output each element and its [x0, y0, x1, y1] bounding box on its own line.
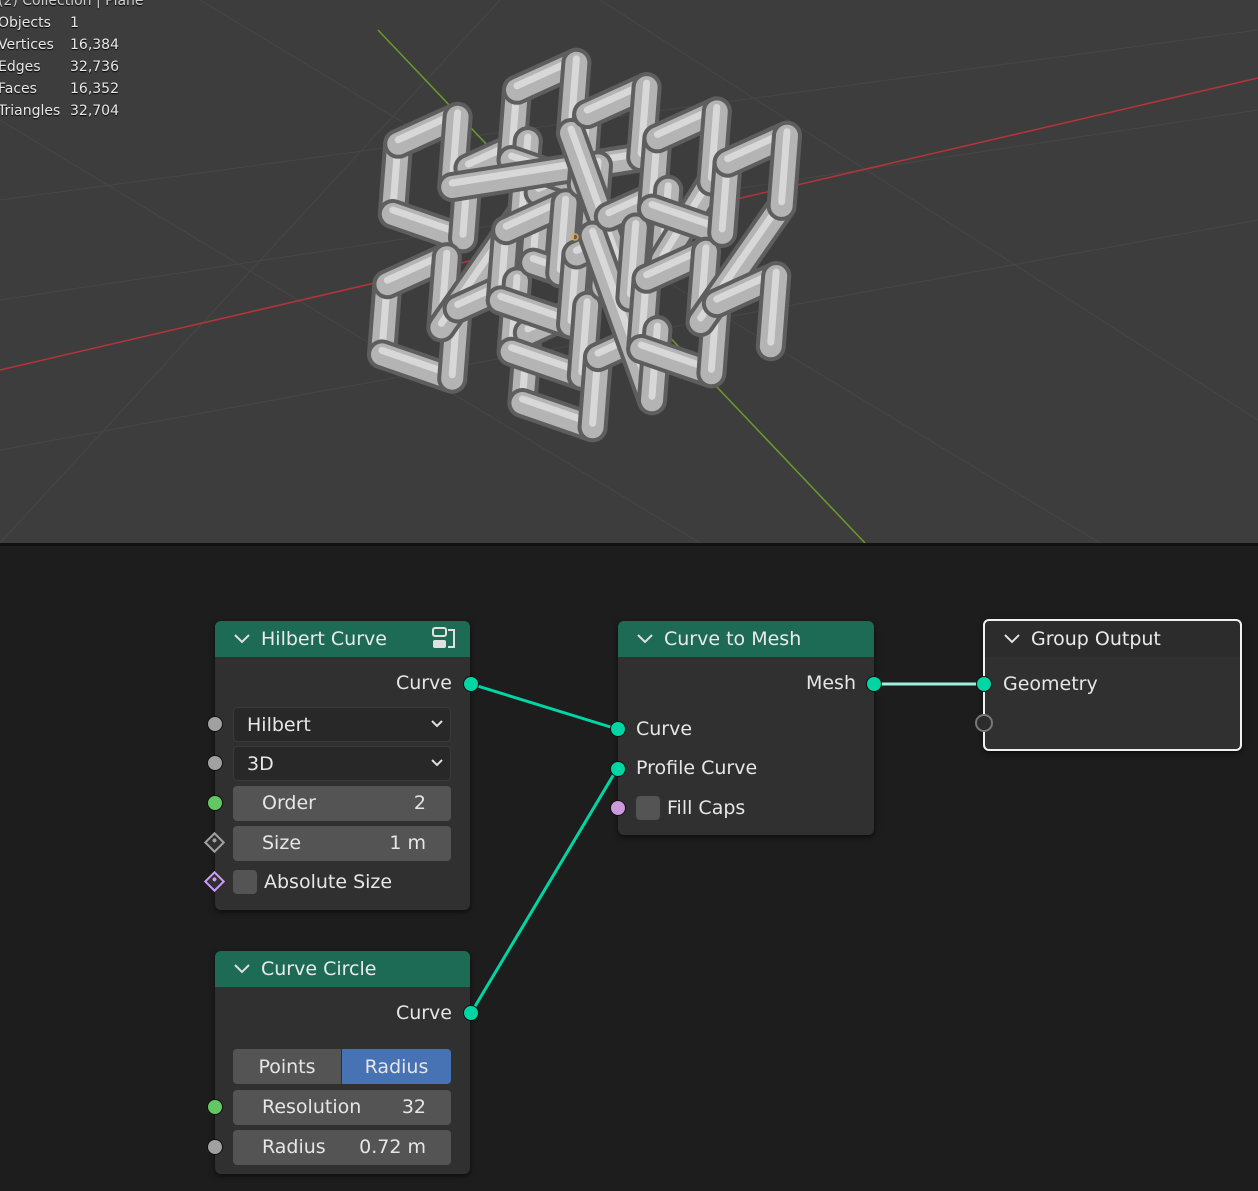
radius-input-socket[interactable] [207, 1139, 223, 1155]
chevron-down-icon [431, 720, 443, 728]
geometry-input-socket[interactable] [976, 676, 992, 692]
absolute-size-checkbox[interactable] [233, 870, 257, 894]
stats-row-triangles: Triangles 32,704 [0, 100, 144, 122]
field-label: Resolution [262, 1096, 362, 1118]
dimension-input-socket[interactable] [207, 755, 223, 771]
link-circle-to-profile [469, 768, 619, 1014]
radius-field[interactable]: Radius 0.72 m [233, 1130, 451, 1165]
field-value: 2 [413, 792, 426, 814]
stats-value: 32,704 [70, 103, 119, 119]
profile-curve-input-socket[interactable] [610, 761, 626, 777]
field-label: Order [262, 792, 316, 814]
node-header[interactable]: Group Output [985, 621, 1240, 657]
dimension-dropdown[interactable]: 3D [233, 746, 451, 781]
stats-label: Faces [0, 81, 37, 97]
mode-points-button[interactable]: Points [233, 1049, 341, 1084]
fill-caps-checkbox[interactable] [636, 796, 660, 820]
stats-value: 1 [70, 15, 79, 31]
dropdown-value: Hilbert [247, 713, 311, 736]
stats-value: 16,352 [70, 81, 119, 97]
node-editor[interactable]: Hilbert Curve Curve Hilbert 3D Order 2 S… [0, 546, 1258, 1191]
mode-radius-button[interactable]: Radius [342, 1049, 451, 1084]
field-label: Radius [262, 1136, 326, 1158]
group-output-node[interactable]: Group Output Geometry [983, 619, 1242, 751]
hilbert-mesh [367, 47, 802, 443]
fill-caps-input-socket[interactable] [610, 800, 626, 816]
node-title: Curve to Mesh [664, 628, 802, 650]
chevron-down-icon[interactable] [1003, 630, 1021, 648]
viewport-scene [0, 0, 1258, 543]
scene-statistics: (2) Collection | Plane Objects 1 Vertices… [0, 0, 144, 122]
resolution-input-socket[interactable] [207, 1099, 223, 1115]
fill-caps-label: Fill Caps [667, 797, 746, 819]
empty-input-socket[interactable] [975, 714, 993, 732]
button-label: Radius [364, 1055, 429, 1078]
stats-label: Objects [0, 15, 51, 31]
stats-row-vertices: Vertices 16,384 [0, 34, 144, 56]
output-label: Mesh [805, 672, 856, 694]
link-hilbert-to-curve [470, 682, 618, 731]
hilbert-curve-output-socket[interactable] [463, 676, 479, 692]
node-title: Hilbert Curve [261, 628, 387, 650]
node-title: Group Output [1031, 628, 1161, 650]
input-label-geometry: Geometry [1003, 673, 1098, 695]
node-header[interactable]: Hilbert Curve [215, 621, 470, 657]
curve-circle-node[interactable]: Curve Circle Curve Points Radius Resolut… [215, 951, 470, 1174]
chevron-down-icon[interactable] [233, 630, 251, 648]
curve-circle-output-socket[interactable] [463, 1005, 479, 1021]
3d-viewport[interactable]: (2) Collection | Plane Objects 1 Vertices… [0, 0, 1258, 543]
curve-to-mesh-node[interactable]: Curve to Mesh Mesh Curve Profile Curve F… [618, 621, 874, 835]
node-header[interactable]: Curve Circle [215, 951, 470, 987]
node-group-icon[interactable] [430, 625, 458, 653]
size-field[interactable]: Size 1 m [233, 826, 451, 861]
chevron-down-icon[interactable] [636, 630, 654, 648]
stats-row-edges: Edges 32,736 [0, 56, 144, 78]
mesh-output-socket[interactable] [866, 676, 882, 692]
dropdown-value: 3D [247, 752, 274, 775]
stats-label: Vertices [0, 37, 54, 53]
type-input-socket[interactable] [207, 716, 223, 732]
hilbert-curve-node[interactable]: Hilbert Curve Curve Hilbert 3D Order 2 S… [215, 621, 470, 910]
input-label-curve: Curve [636, 718, 693, 740]
field-value: 1 m [389, 832, 426, 854]
button-label: Points [258, 1055, 316, 1078]
node-header[interactable]: Curve to Mesh [618, 621, 874, 657]
absolute-size-label: Absolute Size [264, 871, 393, 893]
stats-value: 32,736 [70, 59, 119, 75]
stats-header: (2) Collection | Plane [0, 0, 144, 9]
resolution-field[interactable]: Resolution 32 [233, 1090, 451, 1125]
field-label: Size [262, 832, 302, 854]
stats-row-objects: Objects 1 [0, 12, 144, 34]
stats-row-faces: Faces 16,352 [0, 78, 144, 100]
node-title: Curve Circle [261, 958, 377, 980]
output-label: Curve [395, 1002, 452, 1024]
input-label-profile-curve: Profile Curve [636, 757, 758, 779]
field-value: 32 [401, 1096, 426, 1118]
order-input-socket[interactable] [207, 795, 223, 811]
type-dropdown[interactable]: Hilbert [233, 707, 451, 742]
order-field[interactable]: Order 2 [233, 786, 451, 821]
output-label: Curve [395, 672, 452, 694]
stats-label: Triangles [0, 103, 61, 119]
stats-label: Edges [0, 59, 41, 75]
chevron-down-icon[interactable] [233, 960, 251, 978]
field-value: 0.72 m [359, 1136, 426, 1158]
stats-value: 16,384 [70, 37, 119, 53]
curve-input-socket[interactable] [610, 721, 626, 737]
chevron-down-icon [431, 759, 443, 767]
